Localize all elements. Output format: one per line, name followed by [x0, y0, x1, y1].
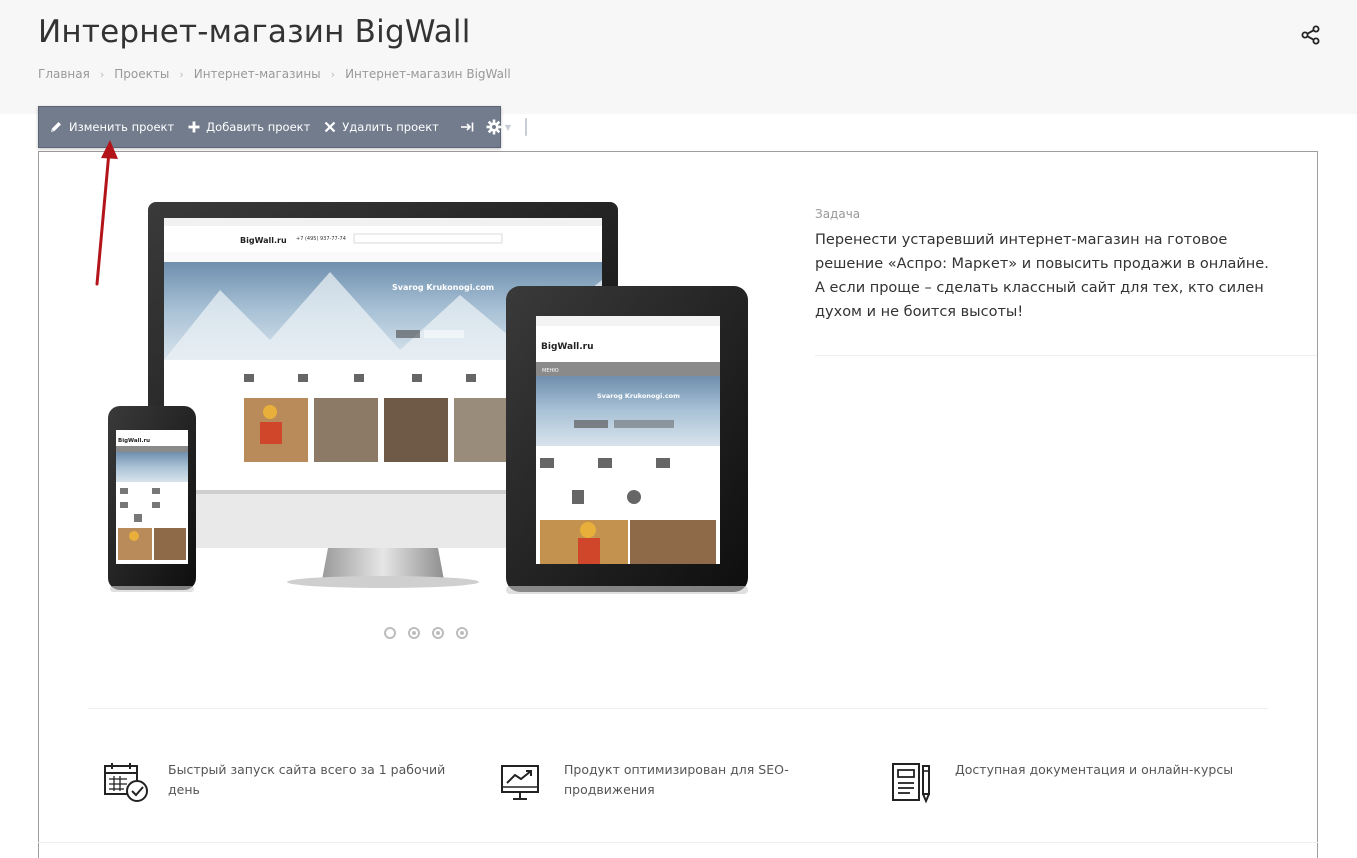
breadcrumb-separator: ›	[330, 67, 336, 81]
breadcrumb-online-stores[interactable]: Интернет-магазины	[194, 67, 321, 81]
divider	[88, 708, 1268, 709]
feature-seo: Продукт оптимизирован для SEO-продвижени…	[498, 760, 804, 804]
devices-mockup-image: BigWall.ru +7 (495) 937-77-74 Svarog Kru…	[108, 202, 748, 594]
chevron-down-icon: ▼	[504, 122, 511, 132]
pin-toolbar-button[interactable]	[454, 107, 480, 147]
gear-icon	[486, 119, 502, 135]
share-icon[interactable]	[1300, 24, 1322, 46]
toolbar-resize-handle[interactable]	[525, 118, 527, 136]
pencil-icon	[51, 122, 61, 132]
breadcrumb-home[interactable]: Главная	[38, 67, 90, 81]
add-project-label: Добавить проект	[206, 120, 311, 134]
svg-text:МЕНЮ: МЕНЮ	[542, 368, 559, 374]
pin-icon	[460, 122, 474, 132]
feature-text: Продукт оптимизирован для SEO-продвижени…	[564, 762, 789, 797]
feature-docs: Доступная документация и онлайн-курсы	[889, 760, 1255, 804]
breadcrumb-current: Интернет-магазин BigWall	[345, 67, 511, 81]
breadcrumb-separator: ›	[99, 67, 105, 81]
close-icon	[325, 121, 336, 133]
svg-text:Svarog Krukonogi.com: Svarog Krukonogi.com	[392, 283, 494, 292]
breadcrumb-projects[interactable]: Проекты	[114, 67, 169, 81]
chart-monitor-icon	[501, 765, 539, 800]
divider	[38, 842, 1318, 843]
svg-text:BigWall.ru: BigWall.ru	[541, 342, 594, 352]
feature-fast-launch: Быстрый запуск сайта всего за 1 рабочий …	[102, 760, 448, 804]
slider-pagination	[384, 627, 468, 639]
add-project-button[interactable]: Добавить проект	[181, 107, 317, 147]
feature-text: Доступная документация и онлайн-курсы	[955, 762, 1234, 777]
slider-dot-2[interactable]	[408, 627, 420, 639]
delete-project-button[interactable]: Удалить проект	[317, 107, 446, 147]
settings-button[interactable]: ▼	[480, 107, 517, 147]
svg-text:BigWall.ru: BigWall.ru	[118, 438, 150, 444]
divider	[815, 355, 1317, 356]
edit-project-label: Изменить проект	[69, 120, 175, 134]
delete-project-label: Удалить проект	[342, 120, 439, 134]
page-title: Интернет-магазин BigWall	[38, 14, 471, 50]
svg-text:Svarog Krukonogi.com: Svarog Krukonogi.com	[597, 392, 680, 400]
svg-text:BigWall.ru: BigWall.ru	[240, 236, 287, 245]
breadcrumb-separator: ›	[179, 67, 184, 81]
documentation-icon	[892, 763, 930, 804]
plus-icon	[188, 121, 200, 133]
task-label: Задача	[815, 207, 861, 221]
slider-dot-4[interactable]	[456, 627, 468, 639]
slider-dot-1[interactable]	[384, 627, 396, 639]
breadcrumb: Главная › Проекты › Интернет-магазины › …	[38, 67, 511, 81]
calendar-check-icon	[104, 763, 148, 802]
slider-dot-3[interactable]	[432, 627, 444, 639]
svg-text:+7 (495) 937-77-74: +7 (495) 937-77-74	[296, 236, 346, 242]
task-description: Перенести устаревший интернет-магазин на…	[815, 232, 1269, 320]
feature-text: Быстрый запуск сайта всего за 1 рабочий …	[168, 762, 446, 797]
